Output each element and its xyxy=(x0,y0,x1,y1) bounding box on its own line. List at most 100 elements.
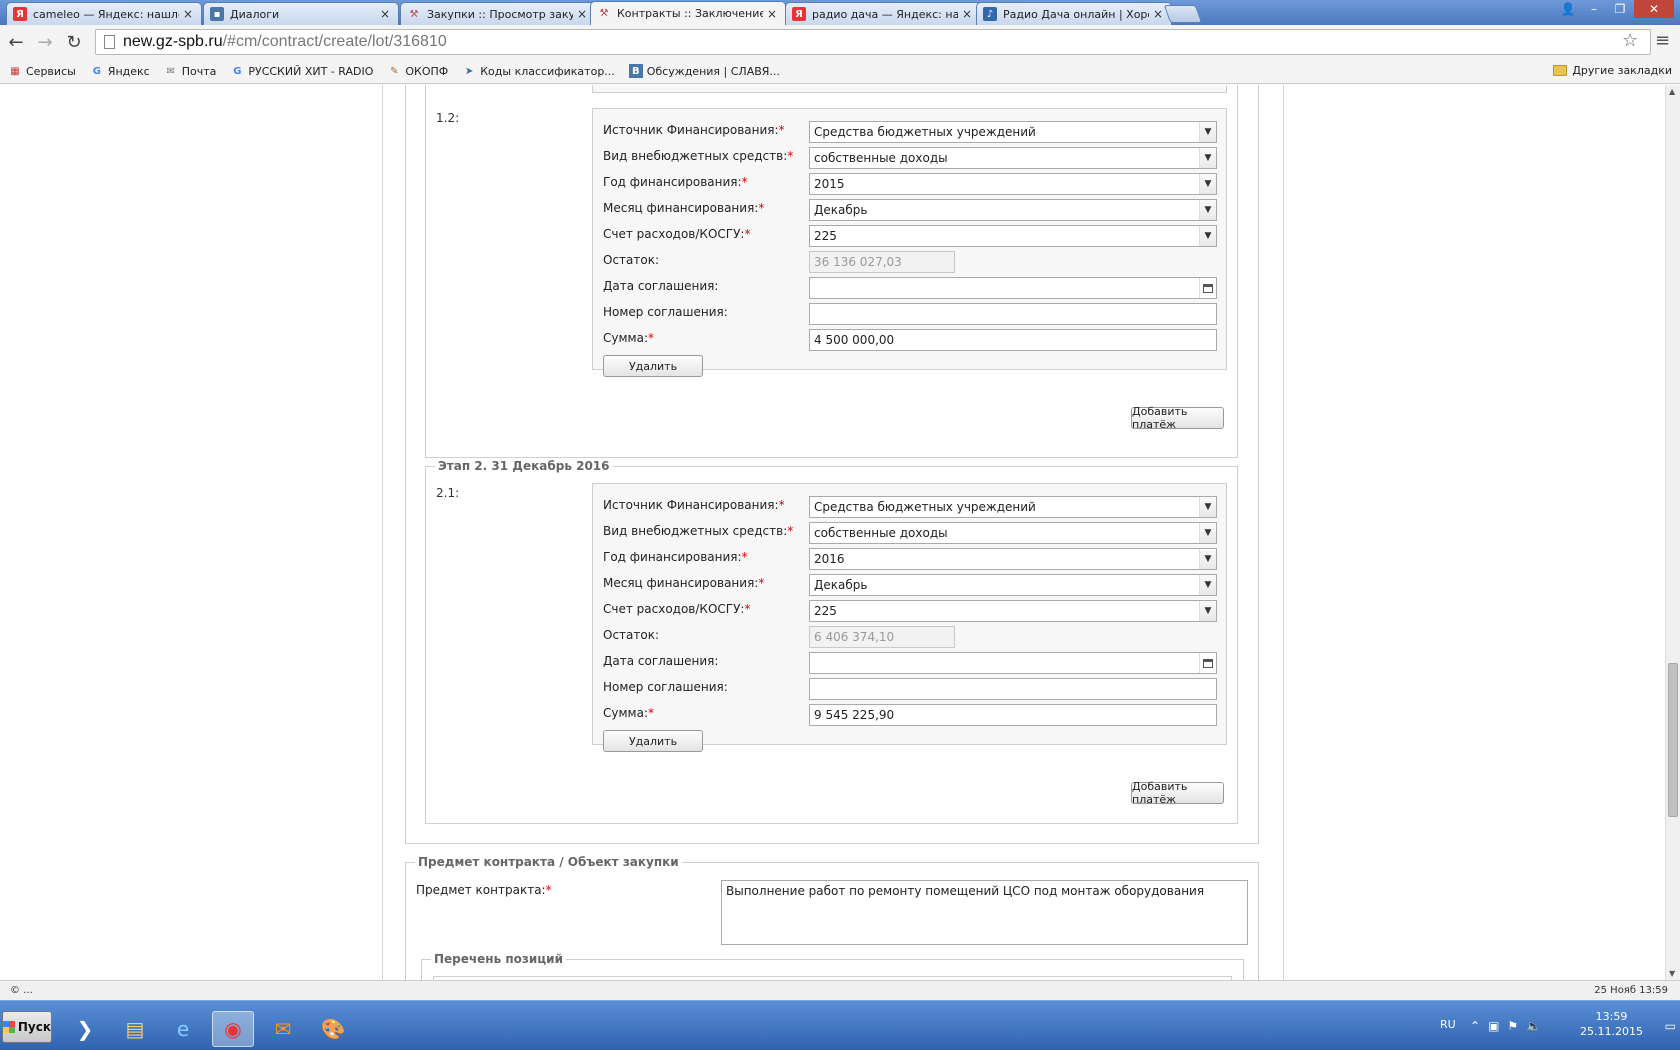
scroll-down-icon[interactable]: ▼ xyxy=(1669,969,1675,978)
tab-close-icon[interactable]: × xyxy=(1153,7,1163,21)
browser-tab[interactable]: Я cameleo — Яндекс: нашлос × xyxy=(6,2,202,25)
sum-field[interactable]: 4 500 000,00 xyxy=(809,329,1217,351)
bookmark-item[interactable]: ▦ Сервисы xyxy=(8,64,76,78)
agreement-number-field[interactable] xyxy=(809,303,1217,325)
chevron-down-icon[interactable]: ▼ xyxy=(1199,601,1216,621)
account-select[interactable]: 225 ▼ xyxy=(809,600,1217,622)
vk-icon: B xyxy=(628,64,643,78)
tab-close-icon[interactable]: × xyxy=(380,7,390,21)
show-desktop-icon[interactable]: ▭ xyxy=(1665,1019,1676,1033)
minimize-icon[interactable]: – xyxy=(1582,0,1606,18)
kind-select[interactable]: собственные доходы ▼ xyxy=(809,522,1217,544)
chevron-down-icon[interactable]: ▼ xyxy=(1199,174,1216,194)
agreement-number-label: Номер соглашения: xyxy=(603,305,728,319)
bookmark-label: Яндекс xyxy=(107,64,150,78)
bookmark-label: Сервисы xyxy=(26,64,76,78)
chevron-down-icon[interactable]: ▼ xyxy=(1199,200,1216,220)
chevron-down-icon[interactable]: ▼ xyxy=(1199,549,1216,569)
source-select[interactable]: Средства бюджетных учреждений ▼ xyxy=(809,496,1217,518)
forward-icon[interactable]: → xyxy=(33,31,57,53)
stage-2-legend: Этап 2. 31 Декабрь 2016 xyxy=(435,459,613,473)
reload-icon[interactable]: ↻ xyxy=(62,31,86,53)
network-icon[interactable]: ▣ xyxy=(1488,1019,1499,1033)
scroll-up-icon[interactable]: ▲ xyxy=(1669,87,1675,96)
add-payment-button[interactable]: Добавить платёж xyxy=(1131,405,1224,431)
address-bar[interactable]: new.gz-spb.ru/#cm/contract/create/lot/31… xyxy=(95,29,1651,55)
kind-select[interactable]: собственные доходы ▼ xyxy=(809,147,1217,169)
page-scrollbar[interactable]: ▲ ▼ xyxy=(1665,85,1680,980)
other-bookmarks[interactable]: Другие закладки xyxy=(1553,64,1672,77)
tab-close-icon[interactable]: × xyxy=(577,7,587,21)
scrollbar-thumb[interactable] xyxy=(1668,663,1678,817)
year-select[interactable]: 2015 ▼ xyxy=(809,173,1217,195)
bookmark-item[interactable]: G Яндекс xyxy=(90,64,150,78)
tab-title: Радио Дача онлайн | Хоро xyxy=(1003,7,1149,21)
explorer-icon[interactable]: ▤ xyxy=(114,1011,156,1047)
status-left: © ... xyxy=(10,985,33,996)
account-select[interactable]: 225 ▼ xyxy=(809,225,1217,247)
vk-icon: ▪ xyxy=(210,7,224,21)
chevron-up-icon[interactable]: ⌃ xyxy=(1470,1019,1480,1033)
chevron-down-icon[interactable]: ▼ xyxy=(1199,523,1216,543)
agreement-number-field[interactable] xyxy=(809,678,1217,700)
browser-tab[interactable]: Я радио дача — Яндекс: наш × xyxy=(785,2,981,25)
sum-field[interactable]: 9 545 225,90 xyxy=(809,704,1217,726)
language-indicator[interactable]: RU xyxy=(1440,1018,1456,1031)
delete-payment-button[interactable]: Удалить xyxy=(603,355,703,377)
month-select[interactable]: Декабрь ▼ xyxy=(809,574,1217,596)
tab-close-icon[interactable]: × xyxy=(183,7,193,21)
browser-tab[interactable]: ▪ Диалоги × xyxy=(203,2,399,25)
other-bookmarks-label: Другие закладки xyxy=(1572,64,1672,77)
powershell-icon[interactable]: ❯ xyxy=(64,1011,106,1047)
balance-field: 6 406 374,10 xyxy=(809,626,955,648)
balance-field: 36 136 027,03 xyxy=(809,251,955,273)
start-button[interactable]: Пуск xyxy=(2,1011,52,1043)
source-select[interactable]: Средства бюджетных учреждений ▼ xyxy=(809,121,1217,143)
month-select[interactable]: Декабрь ▼ xyxy=(809,199,1217,221)
tray-icons: ⌃ ▣ ⚑ 🔈 xyxy=(1470,1019,1541,1033)
clock[interactable]: 13:59 25.11.2015 xyxy=(1580,1009,1643,1039)
close-window-icon[interactable]: ✕ xyxy=(1634,0,1674,18)
year-select[interactable]: 2016 ▼ xyxy=(809,548,1217,570)
menu-icon[interactable]: ≡ xyxy=(1655,30,1670,51)
ie-icon[interactable]: e xyxy=(162,1011,204,1047)
flag-icon[interactable]: ⚑ xyxy=(1507,1019,1518,1033)
paint-icon[interactable]: 🎨 xyxy=(312,1011,354,1047)
add-payment-button[interactable]: Добавить платёж xyxy=(1131,780,1224,806)
agreement-date-field[interactable] xyxy=(809,277,1217,299)
bookmark-item[interactable]: ✉ Почта xyxy=(164,64,217,78)
bookmark-item[interactable]: ➤ Коды классификатор... xyxy=(462,64,615,78)
agreement-date-field[interactable] xyxy=(809,652,1217,674)
bookmark-item[interactable]: G РУССКИЙ ХИТ - RADIO xyxy=(230,64,373,78)
tab-close-icon[interactable]: × xyxy=(962,7,972,21)
chevron-down-icon[interactable]: ▼ xyxy=(1199,148,1216,168)
positions-legend: Перечень позиций xyxy=(431,952,566,966)
tab-title: cameleo — Яндекс: нашлос xyxy=(33,7,179,21)
chevron-down-icon[interactable]: ▼ xyxy=(1199,575,1216,595)
chevron-down-icon[interactable]: ▼ xyxy=(1199,226,1216,246)
subject-legend: Предмет контракта / Объект закупки xyxy=(415,855,682,869)
restore-icon[interactable]: ❐ xyxy=(1608,0,1632,18)
yandex-icon: Я xyxy=(13,7,27,21)
chevron-down-icon[interactable]: ▼ xyxy=(1199,122,1216,142)
radio-icon: ♪ xyxy=(983,7,997,21)
delete-payment-button[interactable]: Удалить xyxy=(603,730,703,752)
outlook-icon[interactable]: ✉ xyxy=(262,1011,304,1047)
bookmark-star-icon[interactable]: ☆ xyxy=(1622,30,1638,51)
browser-tab[interactable]: ⚒ Закупки :: Просмотр закуп × xyxy=(400,2,596,25)
browser-tab[interactable]: ♪ Радио Дача онлайн | Хоро × xyxy=(976,2,1172,25)
back-icon[interactable]: ← xyxy=(4,31,28,53)
subject-textarea[interactable]: Выполнение работ по ремонту помещений ЦС… xyxy=(721,880,1248,945)
tab-close-icon[interactable]: × xyxy=(767,7,777,21)
calendar-icon[interactable] xyxy=(1199,653,1216,673)
chrome-icon[interactable]: ◉ xyxy=(212,1011,254,1047)
volume-icon[interactable]: 🔈 xyxy=(1526,1019,1541,1033)
bookmark-item[interactable]: ✎ ОКОПФ xyxy=(387,64,448,78)
calendar-icon[interactable] xyxy=(1199,278,1216,298)
chevron-down-icon[interactable]: ▼ xyxy=(1199,497,1216,517)
browser-tab-active[interactable]: ⚒ Контракты :: Заключение д × xyxy=(590,1,786,25)
user-icon[interactable]: 👤 xyxy=(1556,0,1580,18)
new-tab-button[interactable] xyxy=(1163,5,1203,23)
bookmark-item[interactable]: B Обсуждения | СЛАВЯ... xyxy=(628,64,780,78)
payment-number: 1.2: xyxy=(436,111,460,125)
